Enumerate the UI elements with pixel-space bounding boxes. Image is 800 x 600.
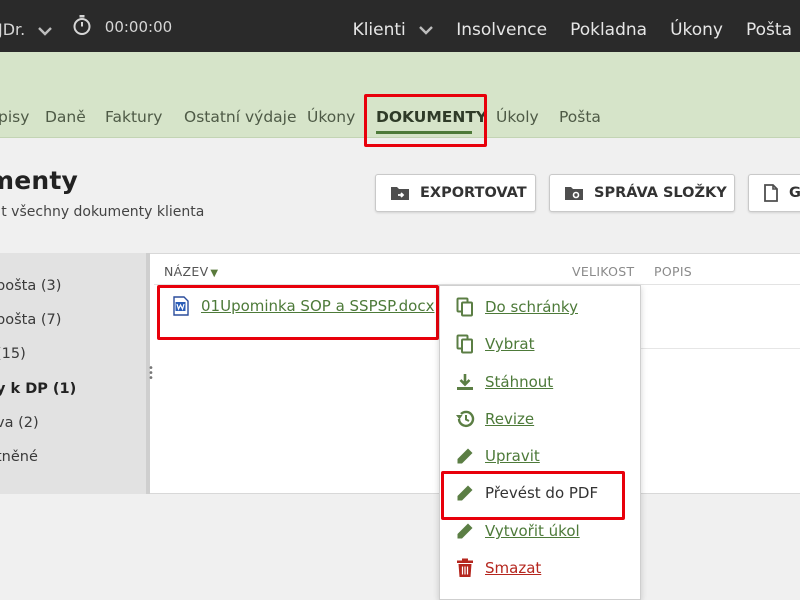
export-button[interactable]: EXPORTOVAT <box>375 174 536 212</box>
menu-item-label: Revize <box>485 410 535 428</box>
page-title: umenty <box>0 166 79 195</box>
nav-clients-label: Klienti <box>352 20 406 40</box>
nav-pokladna[interactable]: Pokladna <box>570 20 647 40</box>
tab-ukoly[interactable]: Úkoly <box>496 108 539 126</box>
export-button-label: EXPORTOVAT <box>420 185 527 201</box>
menu-item-edit[interactable]: Upravit <box>455 446 540 466</box>
folder-export-icon <box>390 185 410 201</box>
highlight-box <box>364 94 487 147</box>
timer-value: 00:00:00 <box>104 18 173 36</box>
tab-dane[interactable]: Daně <box>45 108 86 126</box>
timer[interactable]: 00:00:00 <box>72 14 172 40</box>
page-subtitle: zit všechny dokumenty klienta <box>0 204 205 220</box>
main-nav: Klienti Insolvence Pokladna Úkony Pošta <box>353 20 792 40</box>
menu-item-label: Do schránky <box>485 298 578 316</box>
copy-icon <box>455 297 475 317</box>
splitter-handle[interactable]: • • • <box>148 364 154 384</box>
folder-management-button[interactable]: SPRÁVA SLOŽKY <box>549 174 735 212</box>
download-icon <box>455 372 475 392</box>
nav-insolvence[interactable]: Insolvence <box>456 20 547 40</box>
folder-item[interactable]: tněné <box>0 449 38 465</box>
user-menu[interactable]: JDr. <box>0 20 53 40</box>
menu-item-label: Smazat <box>485 559 542 577</box>
menu-item-label: Upravit <box>485 447 540 465</box>
generate-button-label: G <box>789 185 800 201</box>
folder-settings-icon <box>564 185 584 201</box>
history-icon <box>455 409 475 429</box>
menu-item-label: Vybrat <box>485 335 535 353</box>
nav-ukony[interactable]: Úkony <box>670 20 723 40</box>
menu-item-select[interactable]: Vybrat <box>455 334 535 354</box>
menu-item-create-task[interactable]: Vytvořit úkol <box>455 521 580 541</box>
tab-ostatni-vydaje[interactable]: Ostatní výdaje <box>184 108 297 126</box>
folder-item[interactable]: pošta (7) <box>0 312 61 328</box>
tab-prepisy[interactable]: pisy <box>0 108 29 126</box>
context-menu <box>439 285 641 600</box>
menu-item-clipboard[interactable]: Do schránky <box>455 297 578 317</box>
stopwatch-icon <box>72 14 92 40</box>
folder-sidebar: pošta (3) pošta (7) (15) y k DP (1) va (… <box>0 253 150 494</box>
menu-item-revisions[interactable]: Revize <box>455 409 534 429</box>
chevron-down-icon <box>419 20 434 40</box>
pencil-icon <box>455 446 475 466</box>
menu-item-delete[interactable]: Smazat <box>455 558 541 578</box>
tab-ukony[interactable]: Úkony <box>307 108 355 126</box>
nav-clients[interactable]: Klienti <box>353 20 434 40</box>
trash-icon <box>455 558 475 578</box>
user-name: JDr. <box>0 20 26 39</box>
menu-item-label: Vytvořit úkol <box>485 522 580 540</box>
top-bar: JDr. 00:00:00 Klienti Insolvence Pokladn… <box>0 0 800 52</box>
column-header-name[interactable]: NÁZEV ▼ <box>164 264 218 279</box>
folder-management-label: SPRÁVA SLOŽKY <box>594 185 727 201</box>
folder-item[interactable]: (15) <box>0 346 26 362</box>
folder-item[interactable]: y k DP (1) <box>0 381 76 397</box>
column-header-size[interactable]: VELIKOST <box>572 264 634 279</box>
menu-item-label: Stáhnout <box>485 373 554 391</box>
copy-icon <box>455 334 475 354</box>
highlight-box <box>441 471 625 520</box>
chevron-down-icon <box>38 21 53 40</box>
sort-arrow-icon: ▼ <box>210 268 219 279</box>
generate-button[interactable]: G <box>748 174 800 212</box>
tab-posta[interactable]: Pošta <box>559 108 601 126</box>
highlight-box <box>157 285 439 340</box>
nav-posta[interactable]: Pošta <box>746 20 792 40</box>
document-icon <box>763 184 779 202</box>
pencil-icon <box>455 521 475 541</box>
folder-item[interactable]: pošta (3) <box>0 278 61 294</box>
folder-item[interactable]: va (2) <box>0 415 39 431</box>
tab-faktury[interactable]: Faktury <box>105 108 162 126</box>
menu-item-download[interactable]: Stáhnout <box>455 372 553 392</box>
column-header-description[interactable]: POPIS <box>654 264 692 279</box>
